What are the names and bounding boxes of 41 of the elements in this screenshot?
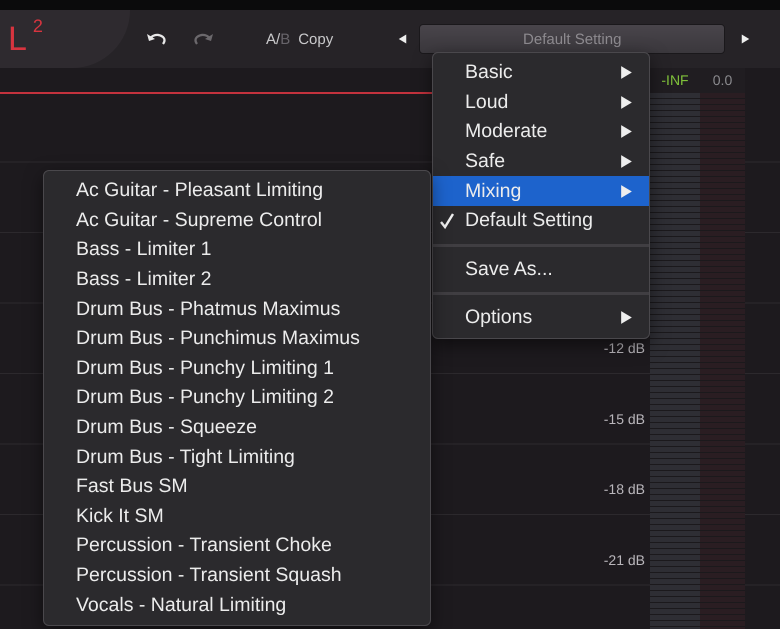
- menu-item[interactable]: Options: [433, 303, 649, 333]
- menu-item[interactable]: Drum Bus - Punchy Limiting 2: [44, 383, 430, 413]
- submenu-arrow-icon: [620, 65, 633, 80]
- menu-item[interactable]: Mixing: [433, 176, 649, 206]
- menu-item[interactable]: Safe: [433, 146, 649, 176]
- menu-item[interactable]: Ac Guitar - Pleasant Limiting: [44, 176, 430, 206]
- menu-item[interactable]: Bass - Limiter 1: [44, 235, 430, 265]
- menu-item[interactable]: Ac Guitar - Supreme Control: [44, 206, 430, 236]
- db-label: -21 dB: [604, 550, 645, 570]
- submenu-arrow-icon: [620, 124, 633, 140]
- menu-item[interactable]: Drum Bus - Squeeze: [44, 412, 430, 442]
- menu-item[interactable]: Basic: [433, 58, 649, 88]
- right-triangle-icon: [741, 32, 750, 46]
- previous-preset-button[interactable]: [398, 32, 408, 46]
- menu-item[interactable]: Drum Bus - Tight Limiting: [44, 442, 430, 472]
- menu-item[interactable]: Percussion - Transient Squash: [44, 560, 430, 590]
- menu-item[interactable]: Default Setting: [433, 206, 649, 236]
- a-b-separator: /: [276, 30, 280, 48]
- menu-item[interactable]: Drum Bus - Punchimus Maximus: [44, 324, 430, 354]
- menu-item[interactable]: Fast Bus SM: [44, 472, 430, 502]
- submenu-arrow-icon: [620, 184, 633, 199]
- db-label: -15 dB: [604, 410, 645, 428]
- db-label: -18 dB: [604, 480, 645, 499]
- menu-item[interactable]: Vocals - Natural Limiting: [44, 590, 430, 620]
- next-preset-button[interactable]: [741, 32, 750, 46]
- a-b-option[interactable]: A: [266, 30, 276, 48]
- copy-button[interactable]: Copy: [298, 30, 334, 48]
- menu-item[interactable]: Loud: [433, 88, 649, 118]
- menu-item[interactable]: Percussion - Transient Choke: [44, 531, 430, 561]
- submenu-arrow-icon: [620, 154, 633, 170]
- submenu-arrow-icon: [620, 94, 633, 110]
- menu-item[interactable]: Kick It SM: [44, 502, 430, 532]
- menu-item[interactable]: Bass - Limiter 2: [44, 264, 430, 294]
- menu-item[interactable]: Save As...: [433, 254, 649, 284]
- menu-item[interactable]: Moderate: [433, 117, 649, 147]
- db-label: -12 dB: [604, 339, 645, 358]
- left-triangle-icon: [398, 32, 408, 46]
- submenu-arrow-icon: [620, 310, 633, 326]
- menu-item[interactable]: Drum Bus - Punchy Limiting 1: [44, 354, 430, 384]
- menu-item[interactable]: Drum Bus - Phatmus Maximus: [44, 294, 430, 324]
- checkmark-icon: [439, 212, 455, 230]
